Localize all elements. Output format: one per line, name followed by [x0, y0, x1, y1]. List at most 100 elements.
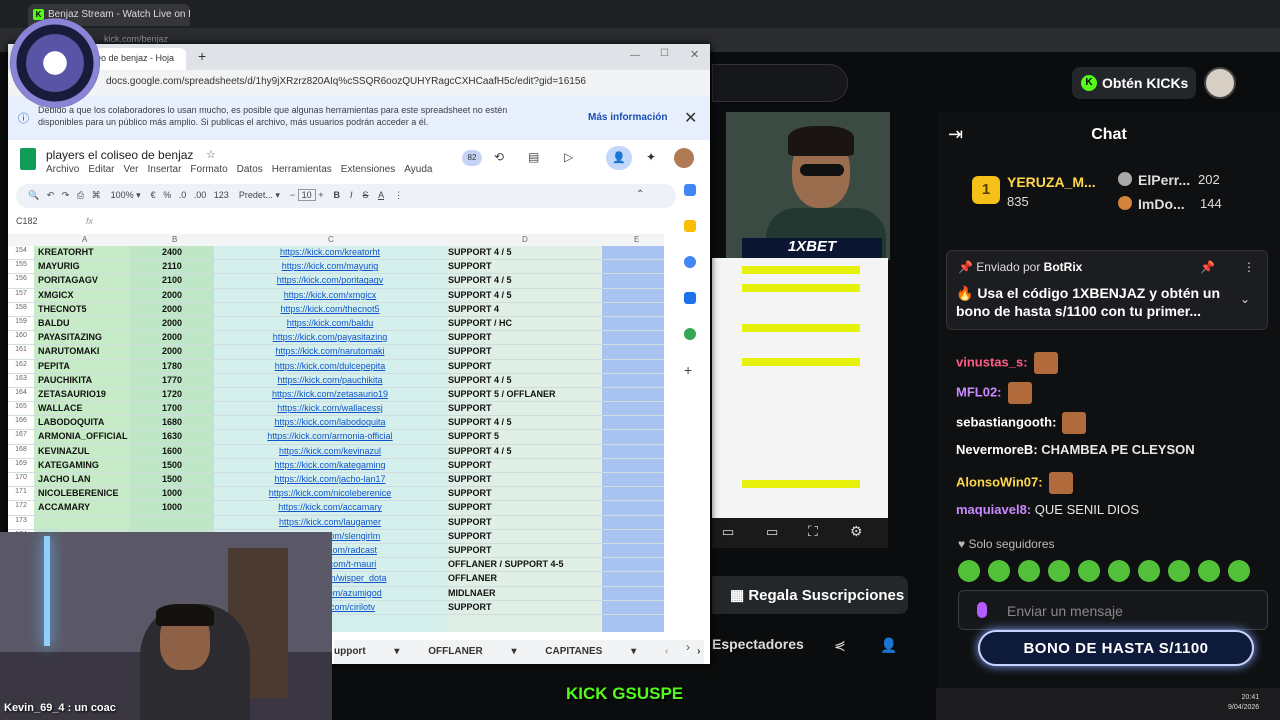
undo-icon[interactable]: ↶: [47, 190, 55, 200]
kick-link-cell[interactable]: https://kick.com/kategaming: [214, 460, 446, 473]
emote-icon[interactable]: [1198, 560, 1220, 582]
decimal-icon[interactable]: .0: [179, 190, 187, 200]
share-icon[interactable]: ⋞: [834, 637, 846, 654]
video-controls[interactable]: ▭ ▭ ⛶ ⚙: [712, 518, 888, 548]
gift-subs-button[interactable]: ▦ Regala Suscripciones: [712, 576, 908, 614]
emote-icon[interactable]: [1228, 560, 1250, 582]
column-header-a[interactable]: A: [82, 235, 87, 244]
collapse-toolbar-icon[interactable]: ⌃: [636, 189, 644, 200]
kick-link-cell[interactable]: https://kick.com/narutomaki: [214, 346, 446, 359]
emote-bar[interactable]: [958, 560, 1258, 582]
table-row[interactable]: 172 ACCAMARY 1000 https://kick.com/accamary…: [8, 501, 664, 516]
emote-icon[interactable]: [1078, 560, 1100, 582]
kick-link-cell[interactable]: https://kick.com/kreatorht: [214, 247, 446, 260]
chat-username[interactable]: AlonsoWin07:: [956, 474, 1043, 489]
kick-search-input[interactable]: [712, 64, 848, 102]
comment-icon[interactable]: ▤: [528, 150, 539, 164]
kick-link-cell[interactable]: https://kick.com/thecnot5: [214, 304, 446, 317]
maps-icon[interactable]: [684, 328, 696, 340]
menu-datos[interactable]: Datos: [237, 164, 263, 175]
column-header-d[interactable]: D: [522, 235, 528, 244]
zoom-select[interactable]: 100%: [111, 190, 134, 200]
kick-link-cell[interactable]: https://kick.com/poritagagv: [214, 275, 446, 288]
font-size-decrease-icon[interactable]: −: [290, 190, 295, 200]
kick-link-cell[interactable]: https://kick.com/labodoquita: [214, 417, 446, 430]
system-clock[interactable]: 20:41 9/04/2026: [1228, 693, 1259, 713]
search-icon[interactable]: 🔍: [28, 190, 39, 200]
more-tools-icon[interactable]: ⋮: [394, 190, 403, 200]
star-icon[interactable]: ☆: [206, 148, 216, 161]
close-window-icon[interactable]: ✕: [690, 48, 699, 61]
sheet-tab-offlaner[interactable]: OFFLANER ▾: [428, 646, 516, 657]
add-addon-icon[interactable]: +: [684, 363, 696, 377]
account-avatar[interactable]: [674, 148, 694, 168]
table-row[interactable]: 170 JACHO LAN 1500 https://kick.com/jacho-l…: [8, 473, 664, 488]
leader-2-name[interactable]: ElPerr...: [1138, 172, 1190, 188]
font-size-input[interactable]: 10: [297, 189, 316, 201]
more-info-link[interactable]: Más información: [588, 112, 667, 123]
print-icon[interactable]: ⎙: [77, 190, 84, 200]
kick-link-cell[interactable]: https://kick.com/nicoleberenice: [214, 488, 446, 501]
menu-ver[interactable]: Ver: [123, 164, 138, 175]
menu-extensiones[interactable]: Extensiones: [341, 164, 395, 175]
emote-icon[interactable]: [1018, 560, 1040, 582]
theater-icon[interactable]: ▭: [766, 524, 778, 540]
table-row[interactable]: 167 ARMONIA_OFFICIAL 1630 https://kick.com/…: [8, 430, 664, 445]
scroll-left-icon[interactable]: ‹: [665, 646, 668, 657]
kick-link-cell[interactable]: https://kick.com/jacho-lan17: [214, 474, 446, 487]
keep-icon[interactable]: [684, 220, 696, 232]
table-row[interactable]: 169 KATEGAMING 1500 https://kick.com/katega…: [8, 459, 664, 473]
get-kicks-button[interactable]: K Obtén KICKs: [1072, 67, 1196, 99]
column-header-b[interactable]: B: [172, 235, 177, 244]
kick-link-cell[interactable]: https://kick.com/kevinazul: [214, 446, 446, 459]
chat-username[interactable]: MFL02:: [956, 384, 1002, 399]
table-row[interactable]: 171 NICOLEBERENICE 1000 https://kick.com/ni…: [8, 487, 664, 502]
kick-link-cell[interactable]: https://kick.com/xmgicx: [214, 290, 446, 303]
history-icon[interactable]: ⟲: [494, 150, 504, 164]
emote-icon[interactable]: [1138, 560, 1160, 582]
microphone-icon[interactable]: [977, 602, 987, 618]
kick-link-cell[interactable]: https://kick.com/zetasaurio19: [214, 389, 446, 402]
chat-username[interactable]: maquiavel8:: [956, 502, 1031, 517]
table-row[interactable]: 160 PAYASITAZING 2000 https://kick.com/paya…: [8, 331, 664, 346]
currency-icon[interactable]: €: [151, 190, 156, 200]
leader-1-name[interactable]: YERUZA_M...: [1007, 174, 1096, 190]
document-title[interactable]: players el coliseo de benjaz: [46, 148, 193, 162]
table-row[interactable]: 159 BALDU 2000 https://kick.com/baldu SUPPOR…: [8, 317, 664, 332]
kick-link-cell[interactable]: https://kick.com/payasitazing: [214, 332, 446, 345]
column-header-e[interactable]: E: [634, 235, 639, 244]
emote-icon[interactable]: [988, 560, 1010, 582]
menu-formato[interactable]: Formato: [190, 164, 227, 175]
kick-link-cell[interactable]: https://kick.com/pauchikita: [214, 375, 446, 388]
unpin-icon[interactable]: 📌: [1200, 260, 1215, 274]
minimize-icon[interactable]: —: [630, 50, 640, 61]
more-options-icon[interactable]: ⋮: [1243, 260, 1255, 274]
explore-icon[interactable]: ›: [686, 640, 690, 654]
table-row[interactable]: 161 NARUTOMAKI 2000 https://kick.com/naruto…: [8, 345, 664, 360]
collaborator-badge[interactable]: 82: [462, 150, 482, 166]
emote-icon[interactable]: [1108, 560, 1130, 582]
sheet-tab-support[interactable]: upport ▾: [334, 646, 399, 657]
font-select[interactable]: Predet...: [239, 190, 273, 200]
new-tab-icon[interactable]: +: [198, 48, 206, 64]
name-box[interactable]: C182: [16, 216, 38, 226]
table-row[interactable]: 164 ZETASAURIO19 1720 https://kick.com/zeta…: [8, 388, 664, 403]
bold-icon[interactable]: B: [333, 190, 340, 200]
meet-icon[interactable]: ▷: [564, 150, 573, 164]
scroll-right-icon[interactable]: ›: [697, 646, 700, 657]
settings-gear-icon[interactable]: ⚙: [850, 523, 863, 540]
italic-icon[interactable]: I: [350, 190, 353, 200]
chat-username[interactable]: sebastiangooth:: [956, 414, 1056, 429]
redo-icon[interactable]: ↷: [62, 190, 70, 200]
kick-link-cell[interactable]: https://kick.com/wallacessj: [214, 403, 446, 416]
contacts-icon[interactable]: [684, 292, 696, 304]
paint-format-icon[interactable]: ⌘: [92, 190, 101, 200]
strikethrough-icon[interactable]: S: [363, 190, 369, 200]
menu-ayuda[interactable]: Ayuda: [404, 164, 432, 175]
table-row[interactable]: 154 KREATORHT 2400 https://kick.com/kreator…: [8, 246, 664, 261]
table-row[interactable]: 158 THECNOT5 2000 https://kick.com/thecnot5…: [8, 303, 664, 317]
calendar-icon[interactable]: [684, 184, 696, 196]
emote-icon[interactable]: [958, 560, 980, 582]
menu-insertar[interactable]: Insertar: [148, 164, 182, 175]
sheets-logo-icon[interactable]: [20, 148, 36, 170]
